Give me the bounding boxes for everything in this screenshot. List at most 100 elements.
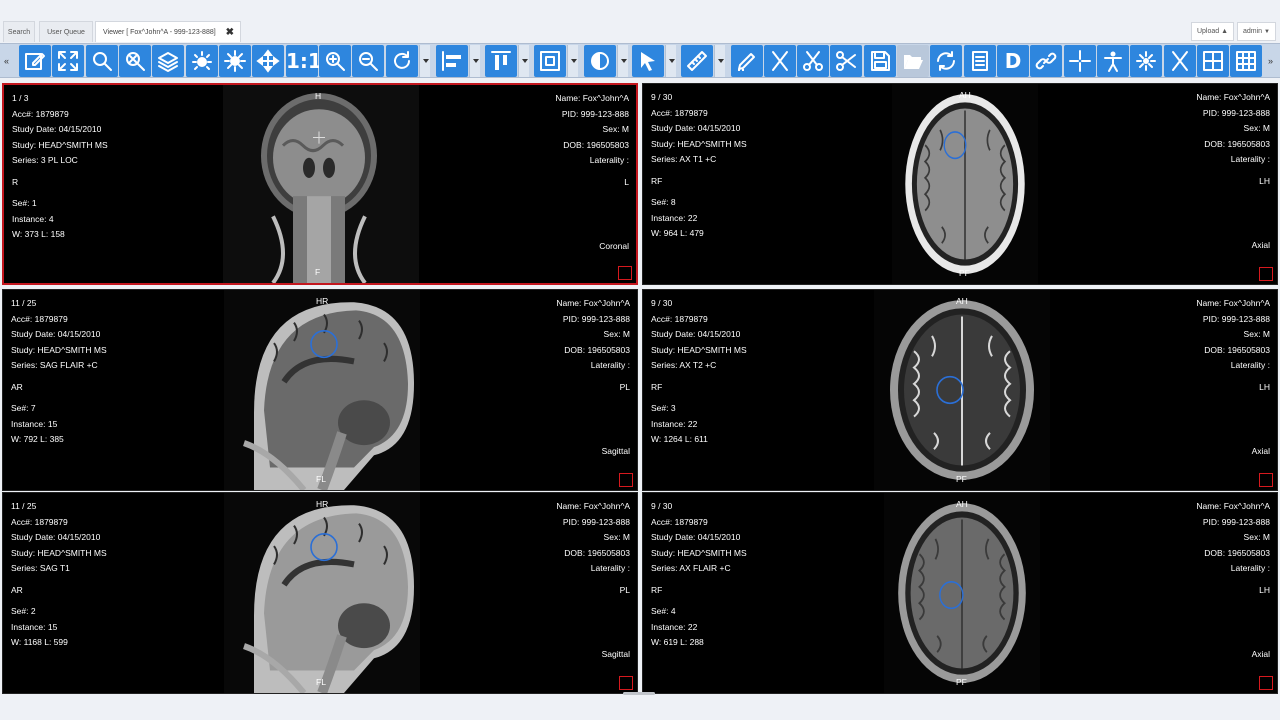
- move-arrows-icon: [256, 49, 280, 73]
- annotate-edit-tool-button[interactable]: [19, 45, 51, 77]
- patient-id: PID: 999-123-888: [562, 313, 630, 324]
- grid-3x3-tool-button[interactable]: [1230, 45, 1262, 77]
- report-tool-button[interactable]: [964, 45, 996, 77]
- auto-window-tool-button[interactable]: [219, 45, 251, 77]
- viewport-5[interactable]: 11 / 25 Acc#: 1879879 Study Date: 04/15/…: [2, 492, 638, 694]
- reset-zoom-tool-button[interactable]: [119, 45, 151, 77]
- toolbar: « » 1:1 D: [0, 43, 1280, 78]
- fit-to-window-tool-button[interactable]: [52, 45, 84, 77]
- open-tool-button[interactable]: [897, 45, 929, 77]
- scissors-clip-tool-button[interactable]: [830, 45, 862, 77]
- link-tool-button[interactable]: [1030, 45, 1062, 77]
- layout-tool-button[interactable]: [534, 45, 566, 77]
- upload-label: Upload: [1196, 28, 1220, 35]
- refresh-tool-button[interactable]: [930, 45, 962, 77]
- actual-size-tool-button[interactable]: 1:1: [286, 45, 322, 77]
- pointer-tool-button[interactable]: [632, 45, 664, 77]
- mri-scan-image[interactable]: [224, 290, 420, 490]
- scissors-cut-icon: [803, 51, 823, 71]
- bottom-orientation-marker: F: [315, 267, 321, 277]
- brightness-icon: [192, 51, 212, 70]
- ruler-tool-dropdown-arrow[interactable]: [714, 45, 725, 77]
- mri-scan-image[interactable]: [874, 290, 1050, 490]
- toolbar-scroll-left-icon[interactable]: «: [4, 56, 9, 66]
- side-marker-right: L: [624, 176, 629, 187]
- patient-dob: DOB: 196505803: [1204, 547, 1270, 558]
- mri-scan-image[interactable]: [884, 493, 1040, 693]
- viewport-2[interactable]: 9 / 30 Acc#: 1879879 Study Date: 04/15/2…: [642, 83, 1278, 285]
- study-name: Study: HEAD^SMITH MS: [12, 139, 108, 150]
- mri-scan-image[interactable]: [892, 84, 1038, 284]
- annotation-pen-tool-button[interactable]: [731, 45, 763, 77]
- side-marker-left: RF: [651, 381, 663, 392]
- side-marker-right: LH: [1259, 381, 1270, 392]
- viewport-6[interactable]: 9 / 30 Acc#: 1879879 Study Date: 04/15/2…: [642, 492, 1278, 694]
- window-level-tool-button[interactable]: [186, 45, 218, 77]
- series-number: Se#: 8: [651, 197, 676, 207]
- mri-scan-image[interactable]: [224, 493, 420, 693]
- close-icon[interactable]: ✖: [226, 22, 234, 43]
- viewport-1[interactable]: 1 / 3 Acc#: 1879879 Study Date: 04/15/20…: [2, 83, 638, 285]
- side-marker-right: LH: [1259, 175, 1270, 186]
- settings-tool-button[interactable]: [1130, 45, 1162, 77]
- study-name: Study: HEAD^SMITH MS: [11, 547, 107, 558]
- tab-viewer[interactable]: Viewer [ Fox^John^A - 999-123-888] ✖: [95, 21, 241, 42]
- series-number: Se#: 1: [12, 198, 37, 208]
- viewport-select-marker[interactable]: [619, 473, 633, 487]
- viewport-select-marker[interactable]: [619, 676, 633, 690]
- pencil-square-icon: [25, 53, 45, 70]
- pointer-tool-dropdown-arrow[interactable]: [665, 45, 676, 77]
- tab-search[interactable]: Search: [3, 21, 35, 42]
- person-tool-button[interactable]: [1097, 45, 1129, 77]
- layers-icon: [158, 52, 178, 72]
- tab-viewer-label: Viewer [ Fox^John^A - 999-123-888]: [103, 29, 216, 36]
- instance-number: Instance: 22: [651, 212, 698, 223]
- upload-button[interactable]: Upload ▲: [1191, 22, 1234, 41]
- align-tool-dropdown-arrow[interactable]: [469, 45, 480, 77]
- tab-user-queue[interactable]: User Queue: [39, 21, 93, 42]
- viewport-3[interactable]: 11 / 25 Acc#: 1879879 Study Date: 04/15/…: [2, 289, 638, 491]
- clear-tool-button[interactable]: [1164, 45, 1196, 77]
- rotate-icon: [394, 51, 410, 69]
- grid-2x2-tool-button[interactable]: [1197, 45, 1229, 77]
- viewport-select-marker[interactable]: [618, 266, 632, 280]
- user-menu-button[interactable]: admin ▼: [1237, 22, 1276, 41]
- align-tool-button[interactable]: [436, 45, 468, 77]
- align-top-tool-button[interactable]: [485, 45, 517, 77]
- ruler-tool-button[interactable]: [681, 45, 713, 77]
- cut-tool-button[interactable]: [764, 45, 796, 77]
- invert-tool-button[interactable]: [584, 45, 616, 77]
- floppy-disk-icon: [871, 51, 890, 71]
- align-top-tool-dropdown-arrow[interactable]: [518, 45, 529, 77]
- letter-d-icon: D: [1004, 49, 1022, 73]
- window-level: W: 1264 L: 611: [651, 434, 708, 444]
- viewport-4[interactable]: 9 / 30 Acc#: 1879879 Study Date: 04/15/2…: [642, 289, 1278, 491]
- patient-id: PID: 999-123-888: [1202, 516, 1270, 527]
- image-index: 9 / 30: [651, 92, 673, 102]
- viewport-select-marker[interactable]: [1259, 473, 1273, 487]
- toolbar-scroll-right-icon[interactable]: »: [1268, 56, 1273, 66]
- top-orientation-marker: AH: [956, 499, 968, 509]
- invert-tool-dropdown-arrow[interactable]: [617, 45, 628, 77]
- pan-tool-button[interactable]: [252, 45, 284, 77]
- stack-scroll-tool-button[interactable]: [152, 45, 184, 77]
- magnify-tool-button[interactable]: [86, 45, 118, 77]
- viewport-select-marker[interactable]: [1259, 676, 1273, 690]
- resize-grip[interactable]: [623, 692, 655, 695]
- refresh-icon: [937, 51, 955, 71]
- zoom-in-tool-button[interactable]: [319, 45, 351, 77]
- rotate-tool-button[interactable]: [386, 45, 418, 77]
- scissors-split-tool-button[interactable]: [797, 45, 829, 77]
- viewport-select-marker[interactable]: [1259, 267, 1273, 281]
- rotate-tool-dropdown-arrow[interactable]: [419, 45, 430, 77]
- dicom-tool-button[interactable]: D: [997, 45, 1029, 77]
- zoom-out-tool-button[interactable]: [352, 45, 384, 77]
- gear-person-icon: [1136, 51, 1156, 71]
- study-date: Study Date: 04/15/2010: [12, 124, 102, 134]
- mri-scan-image[interactable]: [223, 85, 419, 283]
- crosshair-tool-button[interactable]: [1064, 45, 1096, 77]
- save-tool-button[interactable]: [864, 45, 896, 77]
- layout-tool-dropdown-arrow[interactable]: [567, 45, 578, 77]
- patient-dob: DOB: 196505803: [563, 139, 629, 150]
- zoom-cancel-icon: [126, 52, 145, 71]
